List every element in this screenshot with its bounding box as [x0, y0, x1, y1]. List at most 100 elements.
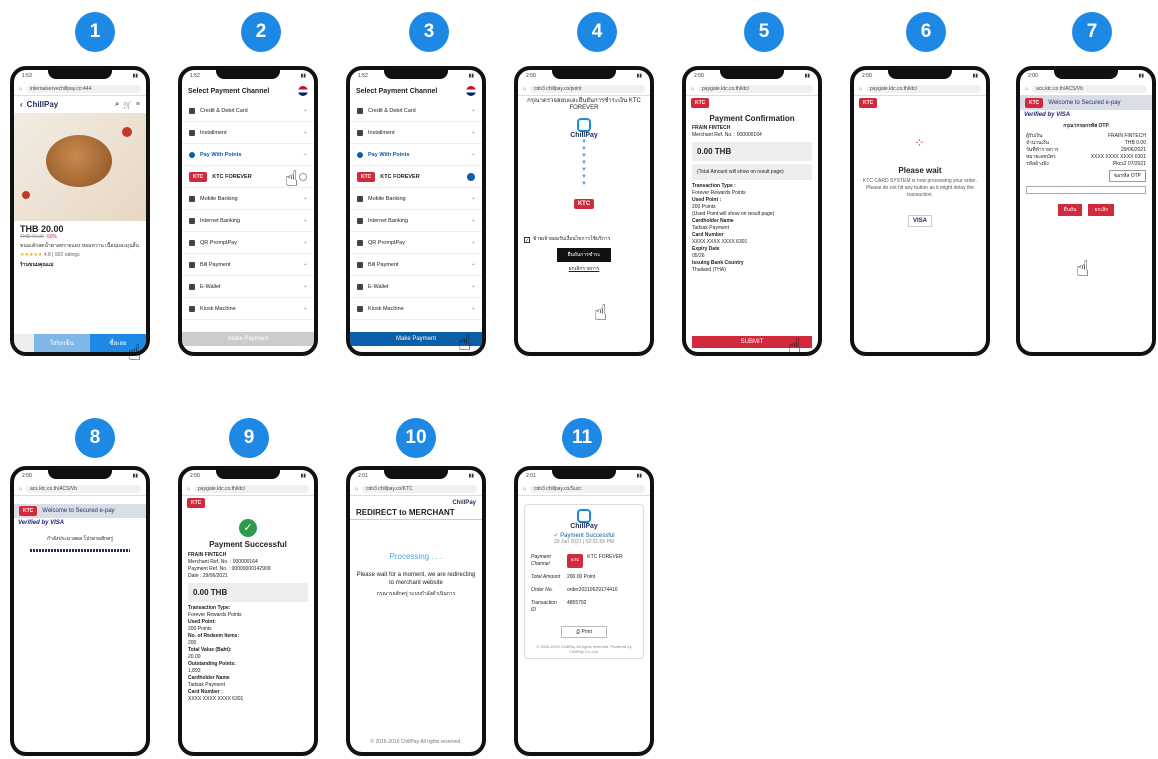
phone-1-product-page: 1:53 ▮▮ ⌂ internalservechillpay.co:444 ‹ C…	[10, 66, 150, 356]
processing-message: KTC CARD SYSTEM is now processing your o…	[863, 178, 977, 198]
discount-badge: -50%	[45, 234, 57, 240]
tutorial-canvas: 1 2 3 4 5 6 7 8 9 10 11 1:53 ▮▮ ⌂ internal…	[0, 0, 1158, 759]
chillpay-logo: ChillPay	[452, 500, 476, 506]
channel-qr[interactable]: QR PromptPay +	[182, 232, 314, 254]
phone-8-secure-processing: 2:00 ▮▮ ⌂ acs.ktc.co.th/ACS/Vb KTC Welcome …	[10, 466, 150, 756]
channel-internet-banking[interactable]: Internet Banking +	[182, 210, 314, 232]
merchant-name: FRAIN FINTECH	[188, 552, 227, 558]
request-otp-button[interactable]: ขอรหัส OTP	[1108, 170, 1146, 182]
channel-mobile-banking[interactable]: Mobile Banking +	[350, 188, 482, 210]
ktc-logo: KTC	[1025, 98, 1044, 108]
cancel-link[interactable]: ยกเลิกรายการ	[518, 266, 650, 273]
browser-urlbar[interactable]: ⌂ paygate.ktc.co.th/ktc/	[182, 482, 314, 496]
channel-installment[interactable]: Installment +	[182, 122, 314, 144]
otp-submit-button[interactable]: ยืนยัน	[1057, 204, 1083, 216]
merchant-ref: Merchant Ref. No. : 000000164	[188, 559, 258, 565]
receipt-details: Payment Channel KTC KTC FOREVER Total Amou…	[531, 554, 623, 613]
back-icon[interactable]: ‹	[20, 100, 23, 109]
step-badge-11: 11	[562, 418, 602, 458]
step-badge-5: 5	[744, 12, 784, 52]
url-text[interactable]: acs.ktc.co.th/ACS/Vb	[1032, 84, 1147, 93]
step-badge-6: 6	[906, 12, 946, 52]
shop-name[interactable]: ร้านขนมคุณแม่	[20, 261, 140, 269]
browser-urlbar[interactable]: ⌂ cdn3.chillpay.co/Succ	[518, 482, 650, 496]
channel-ewallet[interactable]: E-Wallet +	[182, 276, 314, 298]
confirmation-title: Payment Confirmation	[709, 114, 795, 123]
browser-urlbar[interactable]: ⌂ cdn3.chillpay.co/KTC	[350, 482, 482, 496]
home-icon[interactable]: ⌂	[19, 86, 22, 92]
print-button[interactable]: ⎙ Print	[561, 626, 607, 638]
channel-kiosk[interactable]: Kiosk Machine +	[182, 298, 314, 320]
channel-title: Select Payment Channel	[188, 87, 270, 95]
flag-icon[interactable]	[466, 86, 476, 96]
browser-urlbar[interactable]: ⌂ cdn3.chillpay.co/point	[518, 82, 650, 96]
success-title: Payment Successful	[209, 540, 287, 549]
footer-copyright: © 2016-2019 ChillPay All rights reserved…	[370, 739, 462, 745]
ktc-logo: KTC	[691, 98, 710, 108]
url-text[interactable]: cdn3.chillpay.co/point	[530, 84, 645, 93]
ktc-logo: KTC	[357, 171, 376, 182]
redirect-message-th: กรุณารอสักครู่ ระบบกำลังดำเนินการ	[376, 591, 456, 597]
otp-details: ผู้รับเงิน FRAIN FINTECH จำนวนเงิน THB 0.0…	[1026, 133, 1146, 167]
visa-logo: VISA	[907, 215, 932, 227]
rating-stars: ★★★★★ 4.8 | 902 ratings	[20, 252, 80, 258]
channel-points[interactable]: Pay With Points −	[182, 144, 314, 166]
url-text[interactable]: paygate.ktc.co.th/ktc/	[698, 84, 813, 93]
product-price: THB 20.00	[20, 224, 64, 234]
transaction-details: Transaction Type : Forever Rewards Points…	[692, 183, 775, 273]
make-payment-button-disabled[interactable]: Make Payment	[182, 332, 314, 346]
amount-box: 0.00 THB	[188, 583, 308, 602]
url-text[interactable]: paygate.ktc.co.th/ktc/	[194, 484, 309, 493]
browser-urlbar[interactable]: ⌂ acs.ktc.co.th/ACS/Vb	[14, 482, 146, 496]
browser-urlbar[interactable]: ⌂ paygate.ktc.co.th/ktc/	[686, 82, 818, 96]
receipt-card: ChillPay ✓ Payment Successful 29 Jun 202…	[524, 504, 644, 659]
channel-internet-banking[interactable]: Internet Banking +	[350, 210, 482, 232]
otp-input[interactable]	[1026, 186, 1146, 194]
url-text[interactable]: cdn3.chillpay.co/Succ	[530, 484, 645, 493]
chillpay-logo: ChillPay	[26, 100, 59, 109]
channel-points[interactable]: Pay With Points −	[350, 144, 482, 166]
url-text[interactable]: paygate.ktc.co.th/ktc/	[866, 84, 981, 93]
menu-icon[interactable]: ≡	[136, 101, 140, 108]
welcome-text: Welcome to Secured e-pay	[42, 508, 115, 514]
url-text[interactable]: acs.ktc.co.th/ACS/Vb	[26, 484, 141, 493]
browser-urlbar[interactable]: ⌂ paygate.ktc.co.th/ktc/	[854, 82, 986, 96]
flag-icon[interactable]	[298, 86, 308, 96]
browser-urlbar[interactable]: ⌂ acs.ktc.co.th/ACS/Vb	[1020, 82, 1152, 96]
channel-bill[interactable]: Bill Payment +	[182, 254, 314, 276]
pointer-hand-icon: ☝	[1076, 256, 1090, 281]
add-to-cart-button[interactable]: ใส่รถเข็น	[34, 334, 90, 352]
url-text[interactable]: internalservechillpay.co:444	[26, 84, 141, 93]
url-text[interactable]: cdn3.chillpay.co/KTC	[362, 484, 477, 493]
search-icon[interactable]: ⌕	[115, 101, 119, 109]
transaction-details: Transaction Type: Forever Rewards Points …	[188, 605, 244, 702]
channel-installment[interactable]: Installment +	[350, 122, 482, 144]
flow-arrows: ▼ ▼ ▼ ▼ ▼ ▼ ▼	[581, 139, 587, 187]
channel-kiosk[interactable]: Kiosk Machine +	[350, 298, 482, 320]
ktc-logo: KTC	[189, 171, 208, 182]
consent-checkbox[interactable]: ✓ ข้าพเจ้ายอมรับเงื่อนไขการใช้บริการ	[518, 236, 650, 244]
channel-credit[interactable]: Credit & Debit Card +	[182, 100, 314, 122]
channel-qr[interactable]: QR PromptPay +	[350, 232, 482, 254]
channel-ewallet[interactable]: E-Wallet +	[350, 276, 482, 298]
otp-cancel-button[interactable]: ยกเลิก	[1088, 204, 1115, 216]
channel-bill[interactable]: Bill Payment +	[350, 254, 482, 276]
ktc-logo: KTC	[187, 498, 206, 508]
store-icon[interactable]	[14, 334, 34, 352]
channel-credit[interactable]: Credit & Debit Card +	[350, 100, 482, 122]
verified-by-visa-logo: Verified by VISA	[1024, 112, 1071, 118]
pointer-hand-icon: ☝	[594, 300, 608, 325]
cart-icon[interactable]: 🛒	[123, 101, 132, 109]
phone-10-redirect: 2:01 ▮▮ ⌂ cdn3.chillpay.co/KTC ChillPay RE…	[346, 466, 486, 756]
channel-title: Select Payment Channel	[356, 87, 438, 95]
processing-message: กำลังประมวลผล โปรดรอสักครู่	[46, 536, 114, 542]
success-title: ✓ Payment Successful	[553, 533, 615, 539]
channel-ktc-forever[interactable]: KTC KTC FOREVER	[350, 166, 482, 188]
confirm-heading: กรุณาตรวจสอบและยืนยันการชำระเงิน KTC FOR…	[527, 98, 641, 111]
browser-urlbar[interactable]: ⌂ internalservechillpay.co:444	[14, 82, 146, 96]
step-badge-1: 1	[75, 12, 115, 52]
phone-5-payment-confirmation: 2:00 ▮▮ ⌂ paygate.ktc.co.th/ktc/ KTC Payme…	[682, 66, 822, 356]
confirm-pay-button[interactable]: ยืนยันการชำระ	[557, 248, 611, 262]
please-wait-title: Please wait	[898, 166, 942, 175]
ktc-logo: KTC	[518, 192, 650, 210]
